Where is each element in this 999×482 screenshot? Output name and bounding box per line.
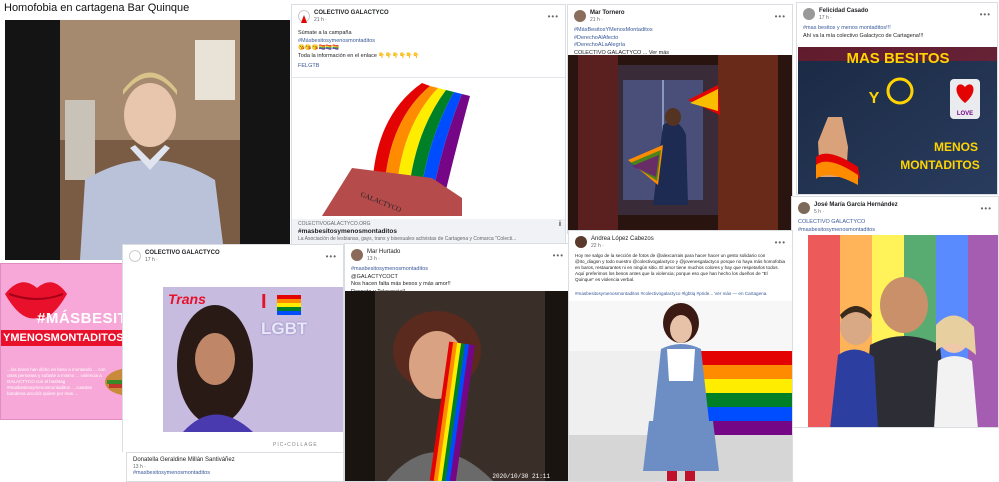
post-header: José María García Hernández 5 h · ••• — [792, 197, 998, 219]
more-options-icon[interactable]: ••• — [548, 12, 559, 21]
mention-link[interactable]: COLECTIVO GALACTYCO — [792, 219, 998, 227]
pic-collage-watermark: PIC•COLLAGE — [273, 442, 318, 448]
lgbt-label: LGBT — [261, 319, 308, 338]
post-card-donatella: Donatella Geraldine Millán Santiváñez 13… — [126, 452, 344, 482]
post-time[interactable]: 21 h · — [590, 17, 625, 23]
post-time[interactable]: 17 h · — [819, 15, 868, 21]
banner-graphic: MAS BESITOS Y LOVE MENOS MONTADITOS — [798, 47, 997, 194]
avatar[interactable] — [575, 236, 587, 248]
post-header: Mar Tornero 21 h · ••• — [568, 5, 792, 27]
post-text-line: Súmate a la campaña — [298, 30, 352, 36]
link-title: #masbesitosymenosmontaditos — [298, 228, 397, 235]
post-card-galactyco-collage: COLECTIVO GALACTYCO 17 h · ••• Trans I L… — [122, 244, 344, 452]
avatar[interactable] — [798, 202, 810, 214]
love-text: LOVE — [957, 111, 973, 117]
link-domain: COLECTIVOGALACTYCO.ORG — [298, 221, 371, 227]
rainbow-sail-illustration: GALACTYCO — [322, 83, 470, 216]
post-header: Mar Hurtado 13 h · ••• — [345, 244, 570, 266]
avatar[interactable] — [574, 10, 586, 22]
post-photo[interactable] — [568, 55, 792, 233]
post-header: COLECTIVO GALACTYCO 21 h · ••• — [292, 5, 565, 27]
link-preview-image[interactable]: GALACTYCO — [292, 77, 565, 219]
post-header: Andrea López Cabezos 22 h · ••• — [569, 231, 792, 253]
post-author[interactable]: Donatella Geraldine Millán Santiváñez — [133, 457, 337, 464]
banner-bottom-text-1: MENOS — [934, 140, 978, 154]
post-hashtag[interactable]: #MásBesitosYMenosMontaditos — [568, 27, 792, 35]
avatar[interactable] — [803, 8, 815, 20]
pink-body-text: ...los bares han dicho en beso a montand… — [7, 367, 106, 396]
avatar[interactable] — [129, 250, 141, 262]
i-label: I — [261, 291, 267, 313]
trans-collage[interactable]: Trans I LGBT — [163, 287, 343, 432]
post-time[interactable]: 22 h · — [591, 243, 654, 249]
post-photo[interactable] — [569, 301, 792, 481]
avatar[interactable] — [298, 10, 310, 23]
post-author[interactable]: Felicidad Casado — [819, 8, 868, 15]
campaign-banner[interactable]: MAS BESITOS Y LOVE MENOS MONTADITOS — [798, 47, 997, 194]
post-hashtag[interactable]: #DerechoAlAfecto — [568, 35, 792, 43]
post-text-line: Ahí va la mía colectivo Galactyco de Car… — [803, 32, 924, 39]
post-hashtag[interactable]: #masbesitosymenosmontaditos — [792, 227, 998, 235]
video-player[interactable] — [5, 20, 290, 260]
post-card-andrea: Andrea López Cabezos 22 h · ••• Hoy me s… — [568, 230, 793, 482]
post-hashtag[interactable]: #DerechoALaAlegría — [568, 42, 792, 50]
more-options-icon[interactable]: ••• — [775, 238, 786, 247]
post-card-jose: José María García Hernández 5 h · ••• CO… — [791, 196, 999, 428]
trans-label: Trans — [168, 291, 206, 307]
banner-bottom-text-2: MONTADITOS — [900, 158, 980, 172]
post-info-text: Toda la información en el enlace 👇👇👇👇👇👇 — [298, 52, 420, 59]
mention-text: @GALACTYCOCT — [351, 273, 398, 280]
fan-window-photo — [568, 55, 792, 233]
post-header: Felicidad Casado 17 h · ••• — [797, 3, 997, 25]
more-options-icon[interactable]: ••• — [775, 12, 786, 21]
post-hashtag[interactable]: #masbesitosymenosmontaditos — [133, 470, 337, 476]
more-options-icon[interactable]: ••• — [553, 251, 564, 260]
post-card-felicidad: Felicidad Casado 17 h · ••• #mas besitos… — [796, 2, 998, 195]
post-time[interactable]: 21 h · — [314, 17, 389, 23]
photo-timestamp: 2020/10/30 21:11 — [492, 473, 550, 480]
post-author[interactable]: José María García Hernández — [814, 202, 898, 209]
post-card-fan: Mar Tornero 21 h · ••• #MásBesitosYMenos… — [567, 4, 793, 234]
more-options-icon[interactable]: ••• — [326, 252, 337, 261]
post-author[interactable]: Mar Tornero — [590, 10, 625, 17]
post-time[interactable]: 5 h · — [814, 209, 898, 215]
post-card-campaign: COLECTIVO GALACTYCO 21 h · ••• Súmate a … — [291, 4, 566, 249]
post-text-line: Nos hacen falta más besos y más amor!! — [351, 281, 451, 287]
woman-rainbow-flag-photo — [345, 291, 570, 481]
post-hashtag[interactable]: #Másbesitosymenosmontaditos — [292, 38, 565, 46]
dorothy-rainbow-flag-photo — [569, 301, 792, 481]
post-card-mar-hurtado: Mar Hurtado 13 h · ••• #masbesitosymenos… — [344, 243, 571, 482]
info-icon[interactable]: i — [559, 221, 561, 228]
video-title: Homofobia en cartagena Bar Quinque — [4, 2, 190, 14]
post-hashtag[interactable]: #masbesitosymenosmontaditos — [345, 266, 570, 274]
post-hashtags[interactable]: #masbesitosymenosmontaditos #colectivoga… — [569, 291, 792, 297]
avatar[interactable] — [351, 249, 363, 261]
post-time[interactable]: 17 h · — [145, 257, 220, 263]
post-header: COLECTIVO GALACTYCO 17 h · ••• — [123, 245, 343, 267]
post-text: Hoy me salgo de la sección de fotos de @… — [575, 253, 786, 282]
post-author[interactable]: COLECTIVO GALACTYCO — [314, 10, 389, 17]
post-text-line: #mas besitos y menos montaditos!!! — [803, 25, 891, 31]
post-photo[interactable] — [808, 235, 998, 427]
family-photo — [808, 235, 998, 427]
post-author[interactable]: Andrea López Cabezos — [591, 236, 654, 243]
post-photo[interactable]: 2020/10/30 21:11 — [345, 291, 570, 481]
link-description: La Asociación de lesbianas, gays, trans … — [298, 236, 517, 242]
banner-y-text: Y — [869, 90, 880, 107]
felgtb-link[interactable]: FELGTB — [292, 63, 565, 71]
more-options-icon[interactable]: ••• — [981, 204, 992, 213]
more-options-icon[interactable]: ••• — [980, 10, 991, 19]
video-still — [5, 20, 290, 260]
post-author[interactable]: COLECTIVO GALACTYCO — [145, 250, 220, 257]
banner-top-text: MAS BESITOS — [846, 50, 949, 67]
post-author[interactable]: Mar Hurtado — [367, 249, 400, 256]
collage-photo — [163, 287, 343, 432]
emoji-row: 😘😘😘🏳️‍🌈🏳️‍🌈🏳️‍🌈 — [298, 45, 340, 51]
post-time[interactable]: 13 h · — [367, 256, 400, 262]
